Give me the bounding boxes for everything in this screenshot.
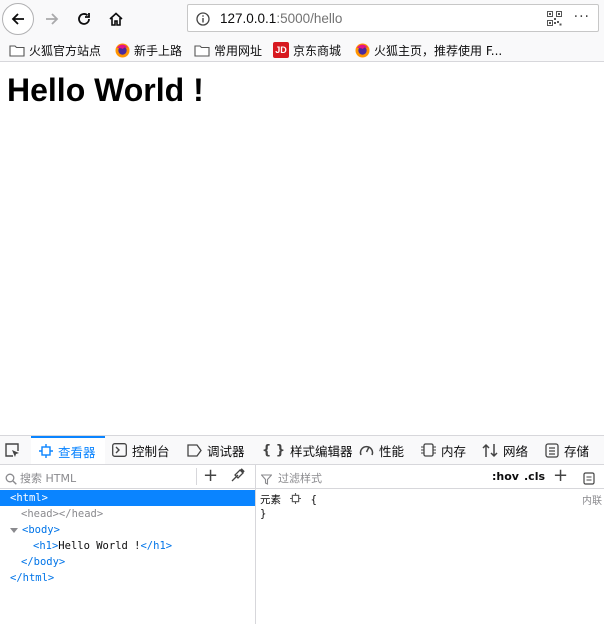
console-icon: [112, 443, 127, 457]
page-actions-more-icon[interactable]: ···: [574, 9, 590, 25]
forward-button[interactable]: [36, 3, 68, 35]
memory-icon: [421, 443, 436, 457]
tab-storage[interactable]: 存储: [545, 436, 589, 464]
tab-label: 存储: [564, 443, 590, 459]
devtools-tabbar: 查看器 控制台 调试器 { } 样式编辑器 性能 内存 网络 存储: [0, 435, 604, 465]
bookmark-label: 火狐官方站点: [29, 43, 102, 58]
url-host: 127.0.0.1: [220, 11, 277, 26]
performance-icon: [359, 443, 374, 457]
address-bar[interactable]: 127.0.0.1:5000/hello ···: [187, 4, 599, 32]
bookmark-item[interactable]: 新手上路: [114, 40, 182, 60]
bookmark-label: 火狐主页，推荐使用 F...: [374, 43, 503, 58]
add-rule-icon[interactable]: +: [553, 467, 568, 485]
rules-panel: 过滤样式: [256, 465, 604, 624]
url-path: :5000/hello: [276, 11, 343, 26]
reload-button[interactable]: [68, 3, 100, 35]
tab-console[interactable]: 控制台: [112, 436, 170, 464]
style-editor-icon: { }: [262, 442, 286, 458]
element-picker-icon[interactable]: [4, 442, 20, 462]
bookmark-item[interactable]: 火狐官方站点: [9, 40, 101, 60]
bookmarks-toolbar: 火狐官方站点 新手上路 常用网址 JD 京东商城 火狐主页，推荐使用 F...: [0, 38, 604, 62]
node-body[interactable]: <body>: [10, 522, 60, 538]
qr-code-icon[interactable]: [547, 11, 562, 30]
node-tag: </html>: [10, 572, 55, 584]
tab-label: 网络: [503, 443, 529, 459]
inline-source-label[interactable]: 内联: [582, 492, 602, 507]
home-icon: [109, 12, 123, 26]
site-info-icon[interactable]: [196, 11, 210, 30]
tab-label: 性能: [379, 443, 405, 459]
inspector-icon: [290, 493, 302, 507]
expand-toggle-icon[interactable]: [10, 527, 18, 533]
node-html[interactable]: <html>: [0, 490, 255, 506]
rule-selector: 元素: [260, 494, 281, 506]
node-head[interactable]: <head></head>: [21, 506, 103, 522]
bookmark-label: 新手上路: [134, 43, 183, 58]
tab-label: 样式编辑器: [290, 443, 353, 459]
bookmark-item[interactable]: 火狐主页，推荐使用 F...: [354, 40, 502, 60]
network-icon: [482, 443, 498, 458]
inspector-icon: [39, 444, 53, 458]
home-button[interactable]: [100, 3, 132, 35]
folder-icon: [194, 42, 210, 58]
tab-inspector[interactable]: 查看器: [31, 436, 105, 464]
back-button[interactable]: [2, 3, 34, 35]
folder-icon: [9, 42, 25, 58]
tab-memory[interactable]: 内存: [421, 436, 466, 464]
search-html-input[interactable]: 搜索 HTML: [20, 470, 76, 486]
tab-label: 控制台: [132, 443, 170, 459]
back-arrow-icon: [11, 13, 24, 25]
tab-style-editor[interactable]: { } 样式编辑器: [262, 436, 353, 464]
class-toggle-button[interactable]: .cls: [524, 470, 545, 483]
eyedropper-icon[interactable]: [231, 468, 245, 486]
node-tag: </h1>: [140, 540, 173, 552]
node-text: Hello World !: [58, 540, 141, 552]
url-text[interactable]: 127.0.0.1:5000/hello: [220, 11, 342, 26]
node-body-close[interactable]: </body>: [21, 554, 65, 570]
bookmark-item[interactable]: 常用网址: [194, 40, 262, 60]
node-tag: <body>: [22, 524, 60, 536]
node-tag: <html>: [10, 492, 48, 504]
tab-label: 调试器: [207, 443, 245, 459]
jd-icon: JD: [273, 42, 289, 58]
navigation-toolbar: 127.0.0.1:5000/hello ···: [0, 0, 604, 38]
page-content: Hello World !: [0, 62, 604, 435]
tab-label: 内存: [441, 443, 467, 459]
tab-debugger[interactable]: 调试器: [187, 436, 245, 464]
tab-label: 查看器: [58, 444, 96, 460]
filter-styles-bar: 过滤样式: [256, 465, 604, 489]
rule-close-brace: }: [260, 508, 267, 520]
hover-states-button[interactable]: :hov: [492, 470, 519, 483]
node-tag: <h1>: [33, 540, 59, 552]
rule-open-brace: {: [310, 494, 317, 506]
bookmark-label: 常用网址: [214, 43, 263, 58]
add-node-icon[interactable]: +: [203, 467, 218, 485]
node-html-close[interactable]: </html>: [10, 570, 54, 586]
markup-panel: 搜索 HTML + <html> <head></head> <body> <h…: [0, 465, 256, 624]
print-simulation-icon[interactable]: [583, 470, 595, 489]
tab-network[interactable]: 网络: [482, 436, 528, 464]
storage-icon: [545, 442, 559, 458]
node-h1[interactable]: <h1>Hello World !</h1>: [33, 538, 172, 554]
bookmark-label: 京东商城: [293, 43, 342, 58]
element-rule: 元素 {: [260, 492, 317, 507]
node-tag: <head></head>: [21, 508, 104, 520]
filter-styles-input[interactable]: 过滤样式: [278, 470, 322, 486]
tab-performance[interactable]: 性能: [359, 436, 404, 464]
reload-icon: [78, 13, 90, 25]
toolbar-divider: [196, 468, 197, 485]
search-icon: [5, 470, 17, 489]
search-html-bar: 搜索 HTML +: [0, 465, 255, 489]
forward-arrow-icon: [46, 13, 59, 25]
filter-icon: [260, 470, 273, 489]
page-heading: Hello World !: [7, 72, 204, 108]
node-tag: </body>: [21, 556, 66, 568]
rule-close: }: [260, 508, 266, 520]
firefox-icon: [114, 42, 130, 58]
debugger-icon: [187, 443, 202, 457]
bookmark-item[interactable]: JD 京东商城: [273, 40, 341, 60]
firefox-icon: [354, 42, 370, 58]
